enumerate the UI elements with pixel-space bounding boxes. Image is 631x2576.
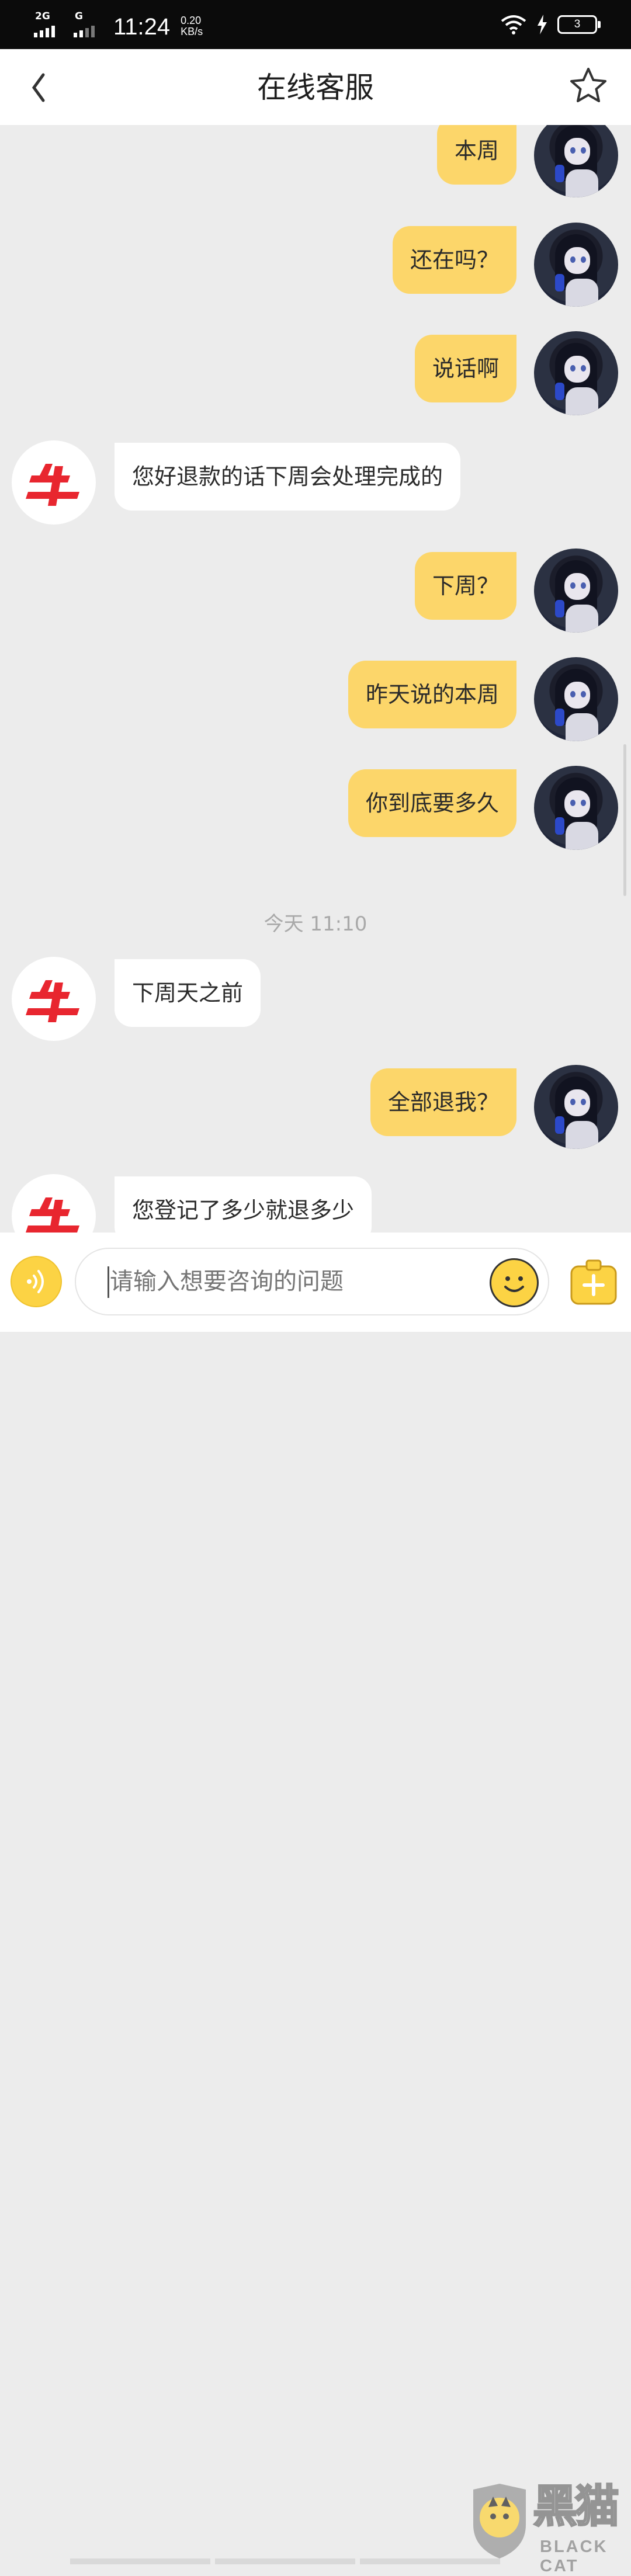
cat-logo-icon bbox=[473, 2484, 526, 2558]
user-avatar[interactable] bbox=[534, 223, 618, 307]
speed-value: 0.20 bbox=[181, 15, 202, 26]
speed-unit: KB/s bbox=[181, 26, 203, 37]
network-label: G bbox=[75, 11, 83, 22]
plus-icon bbox=[570, 1259, 617, 1305]
agent-message-bubble: 下周天之前 bbox=[115, 959, 261, 1027]
agent-message-bubble: 您登记了多少就退多少 bbox=[115, 1176, 372, 1233]
brand-logo-icon bbox=[26, 1197, 79, 1233]
scrollbar[interactable] bbox=[623, 744, 626, 896]
voice-button[interactable] bbox=[11, 1256, 62, 1307]
star-icon[interactable] bbox=[568, 65, 609, 106]
user-avatar[interactable] bbox=[534, 657, 618, 741]
bottom-tab-strip bbox=[0, 2558, 631, 2564]
more-button[interactable] bbox=[567, 1256, 620, 1310]
page-title: 在线客服 bbox=[257, 71, 374, 105]
brand-logo-icon bbox=[26, 464, 79, 506]
emoji-icon bbox=[504, 1276, 524, 1292]
user-message-bubble: 本周 bbox=[436, 125, 516, 185]
agent-avatar[interactable] bbox=[12, 440, 96, 525]
watermark-subtext: BLACK CAT bbox=[540, 2537, 608, 2575]
clock: 11:24 bbox=[113, 14, 171, 40]
text-caret bbox=[108, 1266, 109, 1298]
user-message-bubble: 你到底要多久 bbox=[348, 769, 516, 837]
nav-header: 在线客服 bbox=[0, 49, 631, 125]
user-avatar[interactable] bbox=[534, 125, 618, 197]
user-avatar[interactable] bbox=[534, 766, 618, 850]
charging-icon bbox=[538, 15, 547, 34]
user-avatar[interactable] bbox=[534, 331, 618, 415]
message-input[interactable] bbox=[75, 1248, 549, 1315]
user-avatar[interactable] bbox=[534, 548, 618, 633]
user-message-bubble: 还在吗？ bbox=[392, 226, 516, 294]
user-message-bubble: 下周？ bbox=[414, 552, 516, 620]
user-avatar[interactable] bbox=[534, 1065, 618, 1149]
message-timestamp: 今天 11:10 bbox=[264, 912, 367, 936]
network-speed: 0.20 KB/s bbox=[181, 15, 203, 37]
brand-logo-icon bbox=[26, 980, 79, 1022]
agent-message-bubble: 您好退款的话下周会处理完成的 bbox=[115, 443, 461, 511]
watermark-text: 黑猫 bbox=[532, 2480, 620, 2532]
input-bar: 黑猫 BLACK CAT bbox=[0, 1233, 631, 2575]
battery-level: 3 bbox=[574, 18, 581, 30]
user-message-bubble: 昨天说的本周 bbox=[348, 661, 516, 728]
signal-icon: G bbox=[74, 11, 103, 40]
emoji-button[interactable] bbox=[490, 1258, 539, 1307]
watermark: 黑猫 BLACK CAT bbox=[467, 2480, 631, 2575]
wifi-icon bbox=[501, 15, 526, 34]
chat-area[interactable]: 本周 还在吗？ 说话啊 您好退款的话下周会处理完成的 下周？ 昨天说的本周 你到… bbox=[0, 125, 631, 1233]
agent-avatar[interactable] bbox=[12, 1174, 96, 1233]
user-message-bubble: 全部退我？ bbox=[370, 1068, 516, 1136]
agent-avatar[interactable] bbox=[12, 957, 96, 1041]
voice-icon bbox=[27, 1270, 44, 1293]
signal-icon: 2G bbox=[34, 11, 63, 40]
network-label: 2G bbox=[35, 11, 50, 22]
battery-icon: 3 bbox=[557, 15, 601, 34]
status-bar: 2G G 11:24 0.20 KB/s 3 bbox=[0, 0, 631, 49]
user-message-bubble: 说话啊 bbox=[414, 335, 516, 402]
